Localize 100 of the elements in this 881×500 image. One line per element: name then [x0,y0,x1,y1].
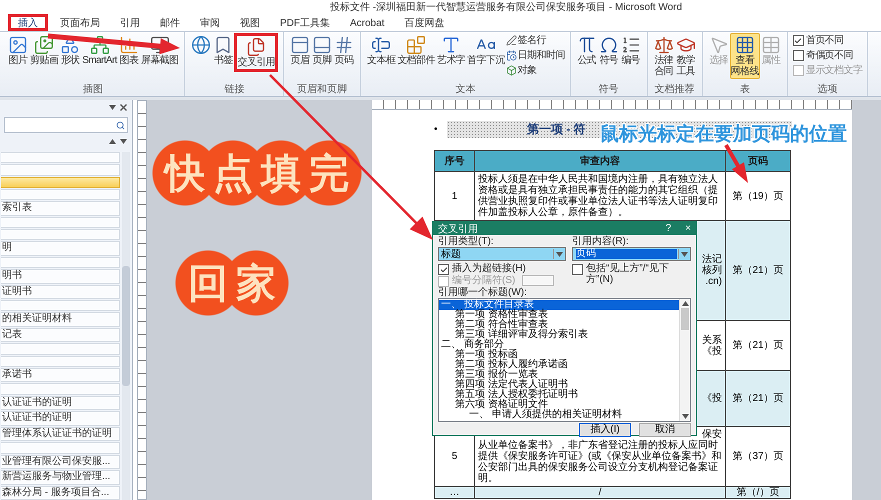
navigation-item[interactable] [1,442,120,454]
group-label: 文本 [454,84,476,96]
ribbon-button[interactable]: 剪贴画 [29,33,60,68]
option-checkbox[interactable]: 奇偶页不同 [792,49,862,62]
group-label: 符号 [598,84,620,96]
navigation-item[interactable]: 认证证书的证明 [1,396,120,410]
navigation-item[interactable]: 明 [1,241,120,256]
ribbon-button[interactable]: 教学 工具 [674,33,697,79]
navigation-item[interactable]: 索引表 [1,201,120,216]
ribbon-button[interactable]: SmartArt [81,33,118,68]
navigation-item[interactable]: 管理体系认证证书的证明 [1,426,120,442]
ribbon-tab[interactable]: PDF工具集 [272,14,338,31]
ribbon-tab[interactable]: 视图 [232,14,268,31]
list-item[interactable]: 第一项 资格性审查表 [439,310,679,320]
input-field[interactable] [522,275,554,286]
navigation-item[interactable] [1,356,120,367]
ribbon-button[interactable]: 艺术字 [436,33,466,68]
up-icon[interactable] [682,301,688,306]
navigation-item[interactable] [1,300,120,312]
navigation-item[interactable] [1,176,120,188]
ribbon-button[interactable]: 文本框 [366,33,396,68]
ribbon-button[interactable] [190,33,212,57]
ribbon-button[interactable]: 首字下沉 [466,33,506,68]
ribbon-button[interactable]: 页码 [333,33,356,68]
navigation-item[interactable] [1,164,120,176]
navigation-item[interactable] [1,383,120,395]
ribbon-button[interactable]: 页脚 [311,33,334,68]
dialog-button[interactable]: 取消 [639,423,691,437]
scroll-thumb[interactable] [681,308,689,330]
list-item[interactable]: 第三项 报价一览表 [439,370,679,380]
ribbon-button[interactable]: 页眉 [289,33,312,68]
navigation-item[interactable]: 认证证书的证明 [1,411,120,426]
scrollbar[interactable] [679,299,690,421]
ribbon-button[interactable]: 符号 [598,33,620,68]
list-item[interactable]: 第五项 法人授权委托证明书 [439,390,679,400]
sticker-label: 回家 [175,250,289,316]
panel-bottom-icon [312,35,332,55]
checkbox[interactable] [572,264,583,275]
list-item[interactable]: 第三项 详细评审及得分索引表 [439,330,679,340]
close-icon[interactable] [120,104,127,111]
down-icon[interactable] [120,139,127,144]
list-item[interactable]: 第二项 投标人履约承诺函 [439,360,679,370]
group-label: 选项 [816,84,839,96]
ribbon-tab[interactable]: 邮件 [152,14,188,31]
navigation-item[interactable]: 证明书 [1,284,120,300]
ribbon-button[interactable]: 查看 网格线 [730,33,760,79]
list-item[interactable]: 一、 申请人须提供的相关证明材料 [439,410,679,420]
ribbon-button[interactable]: 书签 [212,33,234,68]
navigation-item[interactable] [1,256,120,268]
ribbon-button[interactable]: 图片 [7,33,29,68]
close-button[interactable]: × [685,222,691,234]
table-cell: 第（/）页 [726,486,790,498]
navigation-item[interactable] [1,228,120,240]
ribbon-tab[interactable]: 页面布局 [52,14,108,31]
list-item[interactable]: 第四项 法定代表人证明书 [439,380,679,390]
list-item[interactable]: 第六项 资格证明文件 [439,400,679,410]
down-icon[interactable] [682,414,688,419]
navigation-item[interactable]: 承诺书 [1,368,120,382]
ribbon-tab[interactable]: 审阅 [192,14,228,31]
ribbon-tab[interactable]: Acrobat [342,14,392,31]
navigation-item[interactable]: 新营运服务与物业管理... [1,470,120,485]
ribbon-button[interactable]: 签名行 [506,34,565,47]
navigation-item[interactable] [1,343,120,355]
ribbon-button[interactable]: 公式 [576,33,598,68]
navigation-item[interactable] [1,152,120,164]
table-cell: 第（37）页 [726,426,790,486]
checkbox[interactable] [438,264,449,275]
navigation-item[interactable]: 森林分局 - 服务项目合... [1,486,120,500]
documents-icon [246,37,266,57]
search-field[interactable] [4,117,128,133]
ribbon-button[interactable]: 编号 [620,33,642,68]
up-icon[interactable] [109,139,116,144]
navigation-item[interactable]: 的相关证明材料 [1,312,120,327]
dropdown-icon[interactable] [109,105,116,110]
ribbon-button[interactable]: 日期和时间 [506,49,565,62]
list-item[interactable]: 第二项 符合性审查表 [439,320,679,330]
navigation-item[interactable]: 明书 [1,269,120,284]
ribbon-button[interactable]: 形状 [59,33,82,68]
list-item[interactable]: 二、 商务部分 [439,340,679,350]
list-item[interactable]: 第一项 投标函 [439,350,679,360]
caret-icon [681,252,688,256]
navigation-item[interactable]: 记表 [1,328,120,342]
ribbon-tab[interactable]: 百度网盘 [396,14,452,31]
scrollbar[interactable] [122,152,130,500]
help-button[interactable]: ? [666,222,672,234]
ribbon-tab[interactable]: 引用 [112,14,148,31]
dialog-button[interactable]: 插入(I) [579,423,631,437]
ribbon-button[interactable]: 交叉引用 [234,33,278,72]
scroll-thumb[interactable] [122,266,130,386]
navigation-item[interactable] [1,188,120,200]
ribbon-button[interactable]: 法律 合同 [652,33,675,79]
dropdown-field[interactable]: 标题 [438,247,566,261]
navigation-item[interactable]: 业管理有限公司保安服... [1,454,120,470]
navigation-item[interactable] [1,216,120,228]
option-checkbox[interactable]: 首页不同 [792,34,862,47]
ribbon-button[interactable]: 对象 [506,64,565,77]
ribbon-button[interactable]: 文档部件 [396,33,436,68]
cell-text: 法记 [702,254,722,265]
ribbon-tab[interactable]: 插入 [8,14,48,31]
dropdown-field[interactable]: 页码 [572,247,691,261]
